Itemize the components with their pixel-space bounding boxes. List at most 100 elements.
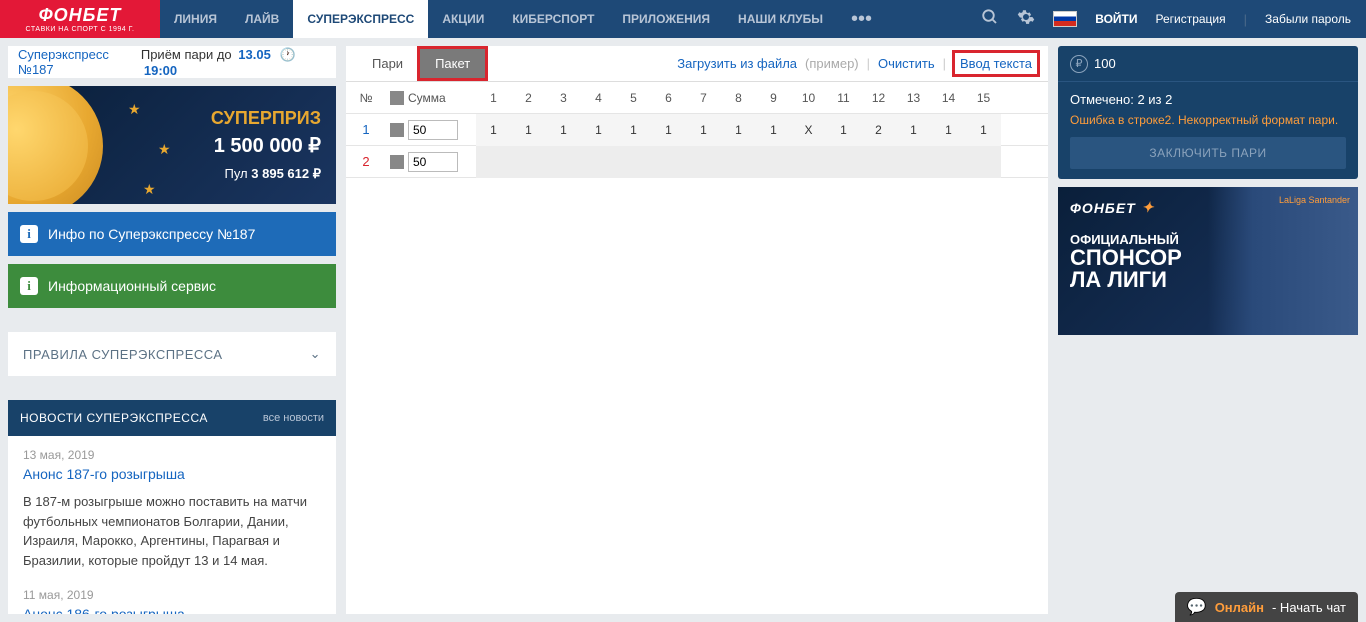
clear-link[interactable]: Очистить: [878, 56, 935, 71]
chat-widget[interactable]: 💬 Онлайн - Начать чат: [1175, 592, 1358, 622]
bet-panel: ₽ 100 Отмечено: 2 из 2 Ошибка в строке2.…: [1058, 46, 1358, 179]
bet-amount: 100: [1094, 56, 1116, 71]
all-news-link[interactable]: все новости: [263, 412, 324, 424]
chevron-down-icon: ⌄: [310, 346, 321, 362]
cell[interactable]: [931, 146, 966, 178]
col-h: 6: [651, 91, 686, 105]
register-link[interactable]: Регистрация: [1155, 12, 1225, 26]
tab-pari[interactable]: Пари: [356, 48, 419, 79]
content: Суперэкспресс №187 Приём пари до 13.05 🕐…: [0, 38, 1366, 622]
cell[interactable]: 1: [826, 114, 861, 146]
cell[interactable]: [616, 146, 651, 178]
news-title[interactable]: Анонс 186-го розыгрыша: [23, 606, 321, 614]
cell[interactable]: [581, 146, 616, 178]
select-all-checkbox[interactable]: [390, 91, 404, 105]
cell[interactable]: 1: [686, 114, 721, 146]
cell[interactable]: 1: [896, 114, 931, 146]
cell[interactable]: [476, 146, 511, 178]
cell[interactable]: 1: [476, 114, 511, 146]
cell[interactable]: 1: [511, 114, 546, 146]
nav-live[interactable]: ЛАЙВ: [231, 0, 293, 38]
nav-esports[interactable]: КИБЕРСПОРТ: [498, 0, 608, 38]
cell[interactable]: 1: [581, 114, 616, 146]
chat-text: - Начать чат: [1272, 600, 1346, 615]
search-icon[interactable]: [981, 8, 999, 31]
tab-paket[interactable]: Пакет: [419, 48, 486, 79]
forgot-password-link[interactable]: Забыли пароль: [1265, 12, 1351, 26]
place-bet-button[interactable]: ЗАКЛЮЧИТЬ ПАРИ: [1070, 137, 1346, 169]
col-sum: Сумма: [408, 91, 446, 105]
chat-status: Онлайн: [1215, 600, 1264, 615]
main-nav: ЛИНИЯ ЛАЙВ СУПЕРЭКСПРЕСС АКЦИИ КИБЕРСПОР…: [160, 0, 886, 38]
nav-line[interactable]: ЛИНИЯ: [160, 0, 231, 38]
news-title[interactable]: Анонс 187-го розыгрыша: [23, 466, 321, 482]
cell[interactable]: [791, 146, 826, 178]
cell[interactable]: X: [791, 114, 826, 146]
news-body: 13 мая, 2019 Анонс 187-го розыгрыша В 18…: [8, 436, 336, 614]
cell[interactable]: 1: [651, 114, 686, 146]
input-text-link[interactable]: Ввод текста: [954, 52, 1038, 75]
cell[interactable]: 1: [756, 114, 791, 146]
star-icon: ★: [143, 181, 156, 198]
login-link[interactable]: ВОЙТИ: [1095, 12, 1137, 26]
row-number: 2: [346, 154, 386, 169]
sponsor-banner[interactable]: LaLiga Santander ФОНБЕТ✦ ОФИЦИАЛЬНЫЙ СПО…: [1058, 187, 1358, 335]
logo-text: ФОНБЕТ: [39, 5, 122, 26]
nav-more[interactable]: •••: [837, 0, 886, 38]
cell[interactable]: [721, 146, 756, 178]
info-icon: i: [20, 277, 38, 295]
prize-label: СУПЕРПРИЗ: [211, 108, 321, 129]
prize-banner[interactable]: ★ ★ ★ СУПЕРПРИЗ 1 500 000 ₽ Пул 3 895 61…: [8, 86, 336, 204]
cell[interactable]: 1: [721, 114, 756, 146]
bet-error: Ошибка в строке2. Некорректный формат па…: [1070, 113, 1346, 127]
laliga-badge: LaLiga Santander: [1279, 195, 1350, 205]
cell[interactable]: [896, 146, 931, 178]
cell[interactable]: [826, 146, 861, 178]
cell[interactable]: [651, 146, 686, 178]
language-flag[interactable]: [1053, 11, 1077, 27]
col-h: 2: [511, 91, 546, 105]
rules-expand[interactable]: ПРАВИЛА СУПЕРЭКСПРЕССА ⌄: [8, 332, 336, 376]
nav-promo[interactable]: АКЦИИ: [428, 0, 498, 38]
sum-input[interactable]: [408, 152, 458, 172]
col-h: 14: [931, 91, 966, 105]
main-header: ФОНБЕТ СТАВКИ НА СПОРТ С 1994 Г. ЛИНИЯ Л…: [0, 0, 1366, 38]
center-column: Пари Пакет Загрузить из файла (пример) |…: [346, 46, 1048, 614]
col-h: 3: [546, 91, 581, 105]
col-h: 4: [581, 91, 616, 105]
table-row: 2: [346, 146, 1048, 178]
nav-superexpress[interactable]: СУПЕРЭКСПРЕСС: [293, 0, 428, 38]
cell[interactable]: [686, 146, 721, 178]
example-link[interactable]: (пример): [805, 56, 859, 71]
cell[interactable]: [546, 146, 581, 178]
cell[interactable]: 2: [861, 114, 896, 146]
cell[interactable]: 1: [616, 114, 651, 146]
info-bar: Суперэкспресс №187 Приём пари до 13.05 🕐…: [8, 46, 336, 78]
load-file-link[interactable]: Загрузить из файла: [677, 56, 797, 71]
news-date: 11 мая, 2019: [23, 588, 321, 602]
cell[interactable]: 1: [966, 114, 1001, 146]
cell[interactable]: [966, 146, 1001, 178]
cell[interactable]: 1: [931, 114, 966, 146]
row-checkbox[interactable]: [390, 155, 404, 169]
info-button[interactable]: iИнфо по Суперэкспрессу №187: [8, 212, 336, 256]
col-h: 12: [861, 91, 896, 105]
star-icon: ★: [128, 101, 141, 118]
col-h: 13: [896, 91, 931, 105]
cell[interactable]: [511, 146, 546, 178]
row-checkbox[interactable]: [390, 123, 404, 137]
gear-icon[interactable]: [1017, 8, 1035, 31]
logo[interactable]: ФОНБЕТ СТАВКИ НА СПОРТ С 1994 Г.: [0, 0, 160, 38]
deadline: Приём пари до 13.05 🕐19:00: [141, 47, 326, 78]
service-button[interactable]: iИнформационный сервис: [8, 264, 336, 308]
news-text: В 187-м розыгрыше можно поставить на мат…: [23, 492, 321, 570]
nav-apps[interactable]: ПРИЛОЖЕНИЯ: [608, 0, 724, 38]
draw-title[interactable]: Суперэкспресс №187: [18, 47, 141, 77]
clock-icon: 🕐: [279, 47, 295, 62]
coin-graphic: [8, 86, 103, 204]
nav-clubs[interactable]: НАШИ КЛУБЫ: [724, 0, 837, 38]
cell[interactable]: [861, 146, 896, 178]
cell[interactable]: 1: [546, 114, 581, 146]
cell[interactable]: [756, 146, 791, 178]
sum-input[interactable]: [408, 120, 458, 140]
